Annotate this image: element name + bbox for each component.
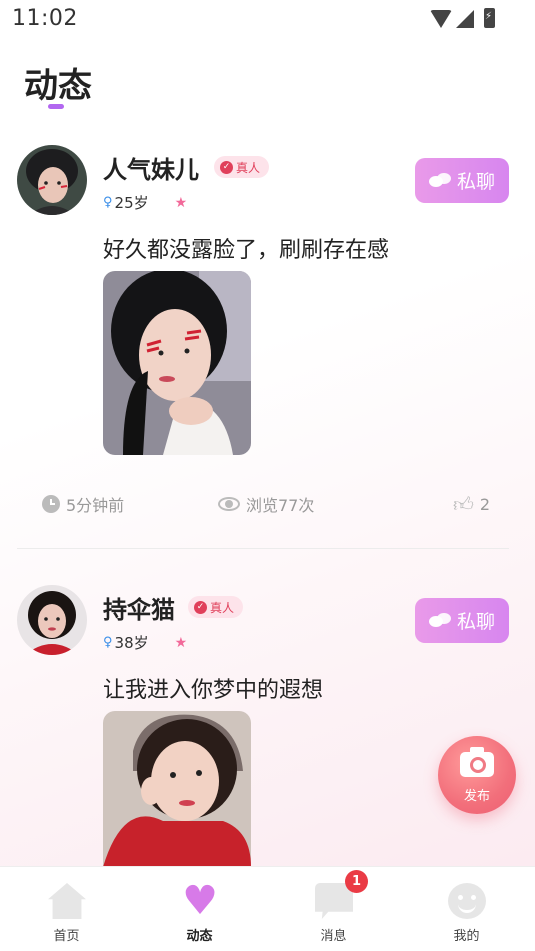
age-text: 25岁 [114, 194, 149, 212]
post-text: 好久都没露脸了，刷刷存在感 [103, 238, 390, 263]
avatar[interactable] [17, 585, 87, 655]
like-count: 2 [479, 495, 491, 514]
eye-icon [218, 497, 240, 511]
verified-label: 真人 [210, 600, 235, 615]
post-text: 让我进入你梦中的遐想 [103, 678, 324, 703]
nav-item-home[interactable]: 首页 [0, 867, 133, 951]
status-icons [430, 8, 495, 28]
clock-icon [42, 495, 60, 513]
time-ago-text: 5分钟前 [66, 496, 125, 515]
private-chat-button[interactable]: 私聊 [415, 598, 509, 643]
post-divider [17, 548, 509, 549]
like-button[interactable]: 👍︎ 2 [453, 492, 490, 517]
chat-bubble-icon [428, 172, 451, 189]
chat-bubble-icon [428, 612, 451, 629]
avatar[interactable] [17, 145, 87, 215]
post-stats: 5分钟前 浏览77次 👍︎ 2 [0, 488, 535, 518]
female-icon: ♀ [103, 195, 113, 210]
post-photo[interactable] [103, 271, 251, 455]
star-icon: ★ [174, 194, 188, 211]
title-underline [48, 104, 64, 109]
wifi-icon [430, 10, 452, 28]
post-time: 5分钟前 [42, 492, 124, 516]
verified-badge: ✓ 真人 [214, 156, 270, 178]
nav-label: 首页 [53, 929, 80, 944]
unread-badge: 1 [345, 870, 368, 893]
female-icon: ♀ [103, 635, 113, 650]
status-bar: 11:02 [0, 0, 535, 38]
view-count-text: 浏览77次 [246, 496, 315, 515]
check-icon: ✓ [220, 160, 233, 174]
bottom-nav: 首页 ♥ 动态 消息 我的 [0, 866, 535, 951]
camera-icon [460, 747, 494, 777]
publish-label: 发布 [463, 789, 490, 804]
nav-item-me[interactable]: 我的 [400, 867, 533, 951]
status-time: 11:02 [12, 6, 78, 31]
heart-icon: ♥ [182, 878, 218, 924]
smiley-icon [448, 883, 486, 919]
nav-label: 动态 [186, 929, 213, 944]
username[interactable]: 持伞猫 [103, 590, 175, 625]
post-photo[interactable] [103, 711, 251, 867]
nav-label: 我的 [453, 929, 480, 944]
battery-icon [484, 8, 495, 28]
nav-label: 消息 [320, 929, 347, 944]
publish-button[interactable]: 发布 [438, 736, 516, 814]
view-count: 浏览77次 [218, 492, 314, 516]
check-icon: ✓ [194, 600, 207, 614]
signal-icon [456, 10, 474, 28]
nav-item-feed[interactable]: ♥ 动态 [133, 867, 266, 951]
nav-item-messages[interactable]: 消息 [267, 867, 400, 951]
chat-button-label: 私聊 [456, 611, 495, 633]
user-meta: ♀ 38岁 ★ [103, 632, 187, 653]
home-icon [48, 883, 86, 919]
star-icon: ★ [174, 634, 188, 651]
verified-badge: ✓ 真人 [188, 596, 244, 618]
username[interactable]: 人气妹儿 [103, 150, 199, 185]
private-chat-button[interactable]: 私聊 [415, 158, 509, 203]
verified-label: 真人 [236, 160, 261, 175]
user-meta: ♀ 25岁 ★ [103, 192, 187, 213]
page-title: 动态 [24, 66, 92, 106]
chat-button-label: 私聊 [456, 171, 495, 193]
thumbs-up-icon: 👍︎ [453, 492, 474, 516]
age-text: 38岁 [114, 634, 149, 652]
